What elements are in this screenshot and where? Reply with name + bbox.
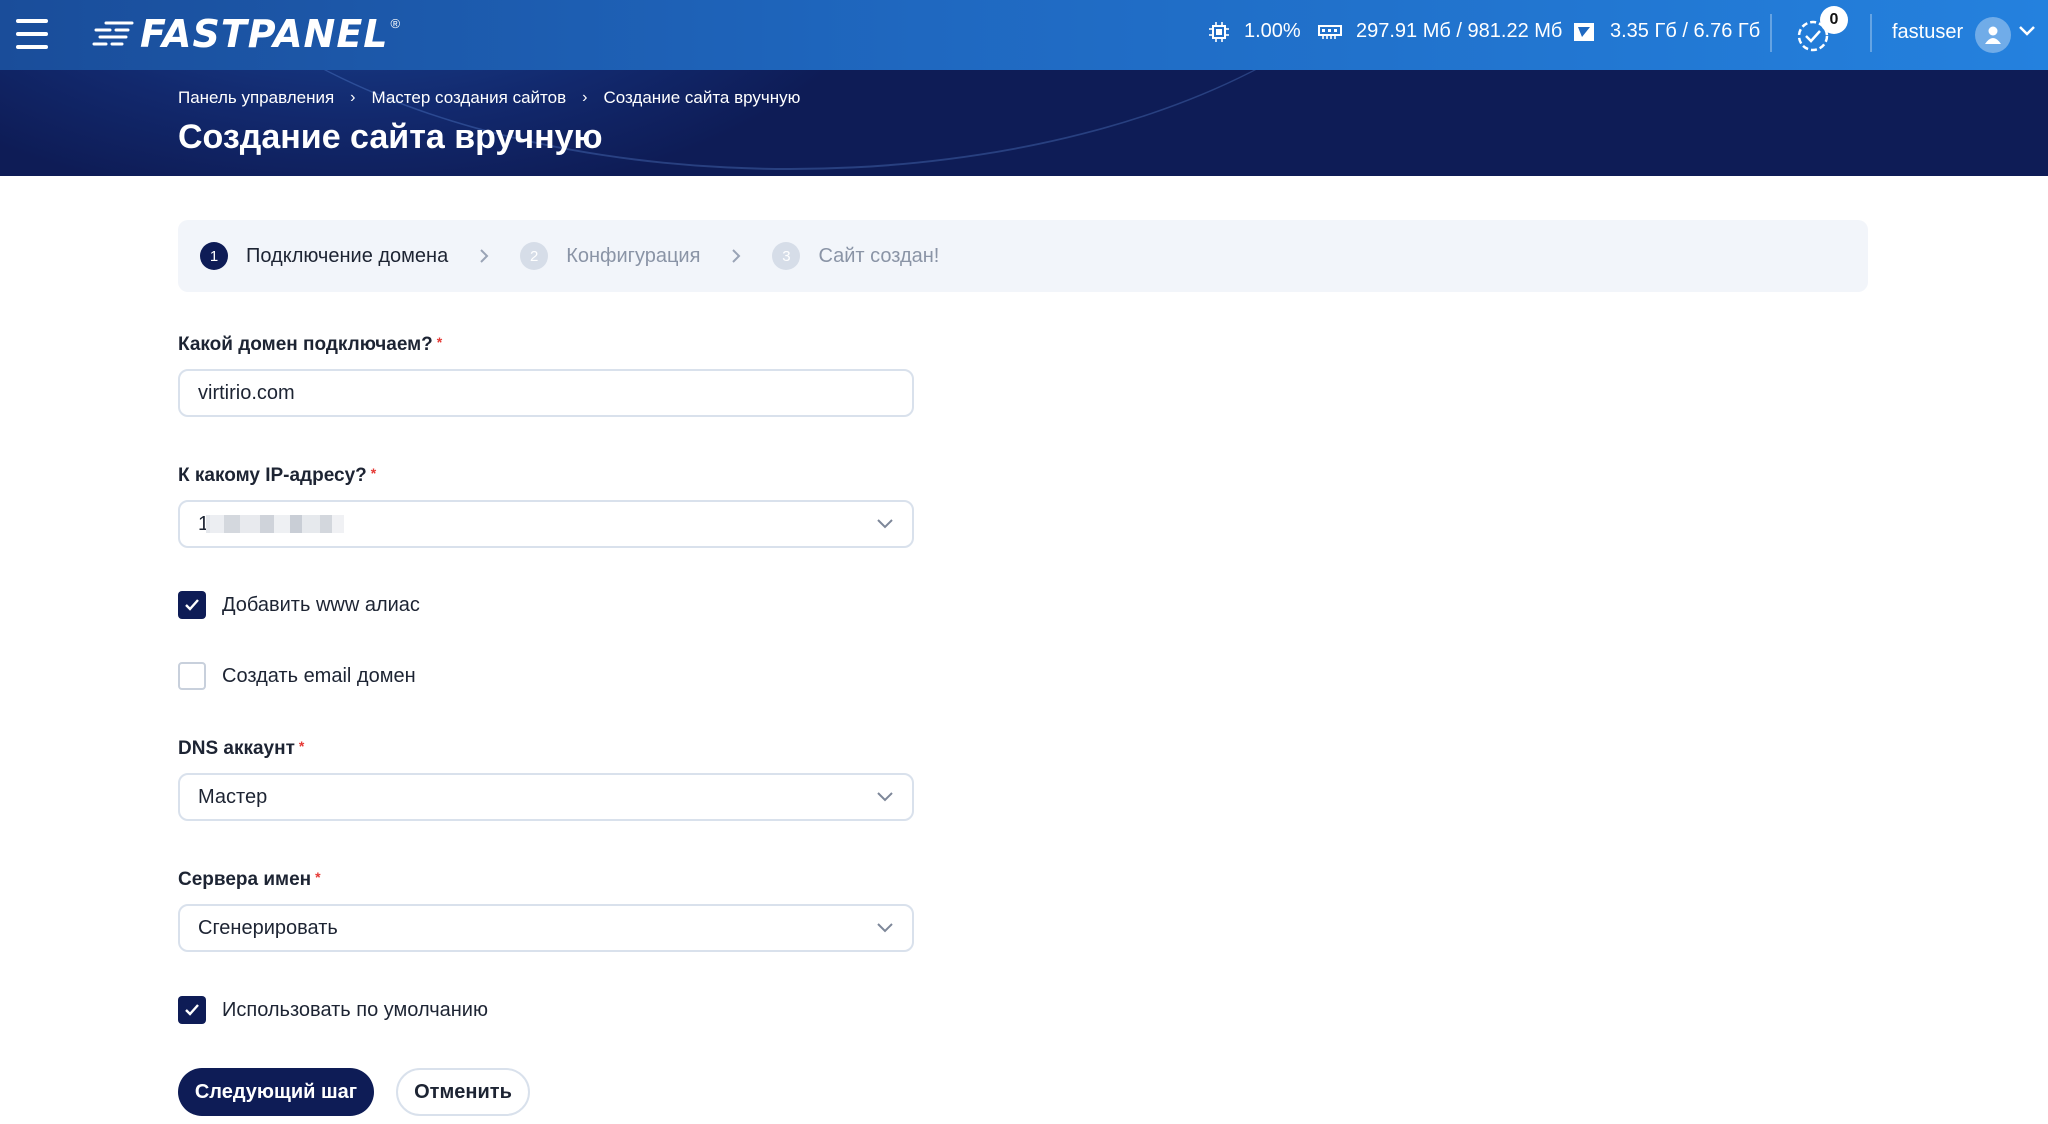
breadcrumb-item-current: Создание сайта вручную xyxy=(603,88,801,107)
checkbox-checked[interactable] xyxy=(178,996,206,1024)
cpu-value: 1.00% xyxy=(1244,20,1301,42)
disk-stat: 3.35 Гб / 6.76 Гб xyxy=(1572,20,1760,43)
name-servers-value: Сгенерировать xyxy=(198,916,338,939)
ip-address-value-redacted: 1 xyxy=(198,513,344,535)
breadcrumb: Панель управления › Мастер создания сайт… xyxy=(178,88,800,108)
divider xyxy=(1870,14,1872,52)
disk-icon xyxy=(1574,22,1594,41)
logo-text: FASTPANEL xyxy=(140,12,389,56)
checkbox-checked[interactable] xyxy=(178,591,206,619)
user-icon xyxy=(1985,26,2001,44)
ram-stat: 297.91 Мб / 981.22 Мб xyxy=(1318,20,1562,43)
check-icon xyxy=(185,599,199,611)
ram-value: 297.91 Мб / 981.22 Мб xyxy=(1356,20,1563,42)
check-icon xyxy=(185,1004,199,1016)
chevron-down-icon[interactable] xyxy=(2018,25,2036,37)
menu-icon[interactable] xyxy=(16,17,48,51)
email-domain-label: Создать email домен xyxy=(222,664,416,687)
dns-account-value: Мастер xyxy=(198,785,268,808)
dns-account-label: DNS аккаунт * xyxy=(178,738,305,759)
dns-account-select[interactable]: Мастер xyxy=(178,773,914,821)
step-label: Сайт создан! xyxy=(818,244,940,267)
use-default-label: Использовать по умолчанию xyxy=(222,998,488,1021)
username[interactable]: fastuser xyxy=(1892,21,1963,44)
step-number: 2 xyxy=(520,242,549,270)
wizard-stepper: 1 Подключение домена 2 Конфигурация 3 Са… xyxy=(178,220,1868,292)
ip-address-label: К какому IP-адресу? * xyxy=(178,465,377,486)
step-1: 1 Подключение домена xyxy=(200,242,448,270)
step-number: 3 xyxy=(772,242,801,270)
step-3: 3 Сайт создан! xyxy=(772,242,939,270)
www-alias-checkbox[interactable]: Добавить www алиас xyxy=(178,591,420,619)
required-mark: * xyxy=(436,334,443,350)
breadcrumb-separator: › xyxy=(350,89,356,106)
logo-registered-mark: ® xyxy=(390,16,401,31)
top-bar: FASTPANEL ® 1.00% 297.91 Мб / 981.22 Мб … xyxy=(0,0,2048,70)
required-mark: * xyxy=(370,465,377,481)
step-2: 2 Конфигурация xyxy=(520,242,700,270)
breadcrumb-item-dashboard[interactable]: Панель управления xyxy=(178,88,334,108)
domain-input-value: virtirio.com xyxy=(198,381,295,404)
chevron-down-icon xyxy=(876,791,894,803)
chevron-down-icon xyxy=(876,518,894,530)
email-domain-checkbox[interactable]: Создать email домен xyxy=(178,662,416,690)
disk-value: 3.35 Гб / 6.76 Гб xyxy=(1610,20,1761,42)
divider xyxy=(1770,14,1772,52)
cancel-button[interactable]: Отменить xyxy=(396,1068,530,1116)
checkbox-unchecked[interactable] xyxy=(178,662,206,690)
ip-address-select[interactable]: 1 xyxy=(178,500,914,548)
step-label: Подключение домена xyxy=(246,244,449,267)
www-alias-label: Добавить www алиас xyxy=(222,593,420,616)
domain-input[interactable]: virtirio.com xyxy=(178,369,914,417)
next-step-button[interactable]: Следующий шаг xyxy=(178,1068,374,1116)
name-servers-select[interactable]: Сгенерировать xyxy=(178,904,914,952)
breadcrumb-item-site-wizard[interactable]: Мастер создания сайтов xyxy=(372,88,567,108)
page-title: Создание сайта вручную xyxy=(178,118,603,156)
tasks-count-badge: 0 xyxy=(1820,6,1848,34)
avatar[interactable] xyxy=(1975,17,2011,53)
cpu-icon xyxy=(1209,21,1229,42)
chevron-right-icon xyxy=(730,247,742,265)
breadcrumb-separator: › xyxy=(582,89,588,106)
step-label: Конфигурация xyxy=(566,244,701,267)
domain-label: Какой домен подключаем? * xyxy=(178,334,443,355)
use-default-checkbox[interactable]: Использовать по умолчанию xyxy=(178,996,488,1024)
chevron-right-icon xyxy=(478,247,490,265)
cpu-stat: 1.00% xyxy=(1208,20,1301,43)
name-servers-label: Сервера имен * xyxy=(178,869,321,890)
required-mark: * xyxy=(315,869,321,885)
chevron-down-icon xyxy=(876,922,894,934)
step-number: 1 xyxy=(200,242,228,270)
required-mark: * xyxy=(298,738,305,754)
ram-icon xyxy=(1318,24,1342,39)
logo[interactable]: FASTPANEL ® xyxy=(92,12,401,56)
logo-mark-icon xyxy=(92,21,134,46)
